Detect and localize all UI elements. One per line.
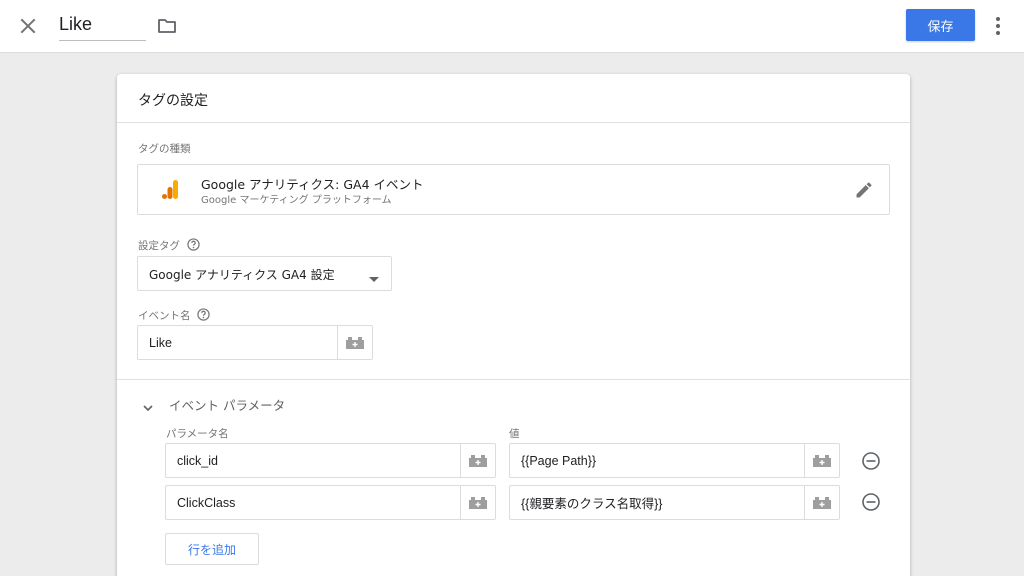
tag-type-selector[interactable]: Google アナリティクス: GA4 イベント Google マーケティング … [137, 164, 890, 215]
param-value-column-header: 値 [509, 428, 520, 440]
edit-pencil-icon[interactable] [854, 180, 874, 200]
tag-type-label: タグの種類 [138, 143, 191, 155]
event-name-label: イベント名 [138, 310, 191, 322]
event-name-field [137, 325, 373, 360]
chevron-down-icon [143, 399, 153, 412]
param-value-field [509, 485, 840, 520]
variable-picker-icon[interactable] [804, 444, 839, 477]
param-value-input[interactable] [510, 486, 805, 519]
config-tag-label: 設定タグ [138, 240, 180, 252]
param-name-input[interactable] [166, 444, 461, 477]
help-icon[interactable] [187, 238, 200, 251]
tag-type-subtitle: Google マーケティング プラットフォーム [201, 195, 392, 206]
save-button[interactable]: 保存 [906, 9, 975, 41]
help-icon[interactable] [197, 308, 210, 321]
variable-picker-icon[interactable] [460, 486, 495, 519]
card-title: タグの設定 [138, 93, 208, 109]
dropdown-arrow-icon [369, 270, 379, 282]
event-params-title: イベント パラメータ [169, 398, 286, 413]
top-bar: 保存 [0, 0, 1024, 53]
tag-name-input[interactable] [59, 12, 146, 41]
tag-configuration-card: タグの設定 タグの種類 Google アナリティクス: GA4 イベント Goo… [117, 74, 910, 576]
variable-picker-icon[interactable] [337, 326, 372, 359]
param-name-field [165, 485, 496, 520]
add-row-button[interactable]: 行を追加 [165, 533, 259, 565]
param-name-column-header: パラメータ名 [166, 428, 229, 440]
more-vert-icon[interactable] [990, 14, 1006, 38]
variable-picker-icon[interactable] [460, 444, 495, 477]
remove-row-icon[interactable] [861, 451, 881, 471]
card-header: タグの設定 [117, 74, 910, 123]
event-name-input[interactable] [138, 326, 338, 359]
param-name-field [165, 443, 496, 478]
google-analytics-icon [162, 180, 178, 199]
remove-row-icon[interactable] [861, 492, 881, 512]
event-params-toggle[interactable]: イベント パラメータ [139, 392, 309, 414]
close-icon[interactable] [16, 14, 40, 38]
section-divider [117, 379, 910, 380]
param-value-field [509, 443, 840, 478]
folder-icon[interactable] [156, 15, 178, 37]
config-tag-select[interactable]: Google アナリティクス GA4 設定 [137, 256, 392, 291]
param-value-input[interactable] [510, 444, 805, 477]
config-tag-selected-value: Google アナリティクス GA4 設定 [149, 268, 335, 282]
variable-picker-icon[interactable] [804, 486, 839, 519]
param-name-input[interactable] [166, 486, 461, 519]
